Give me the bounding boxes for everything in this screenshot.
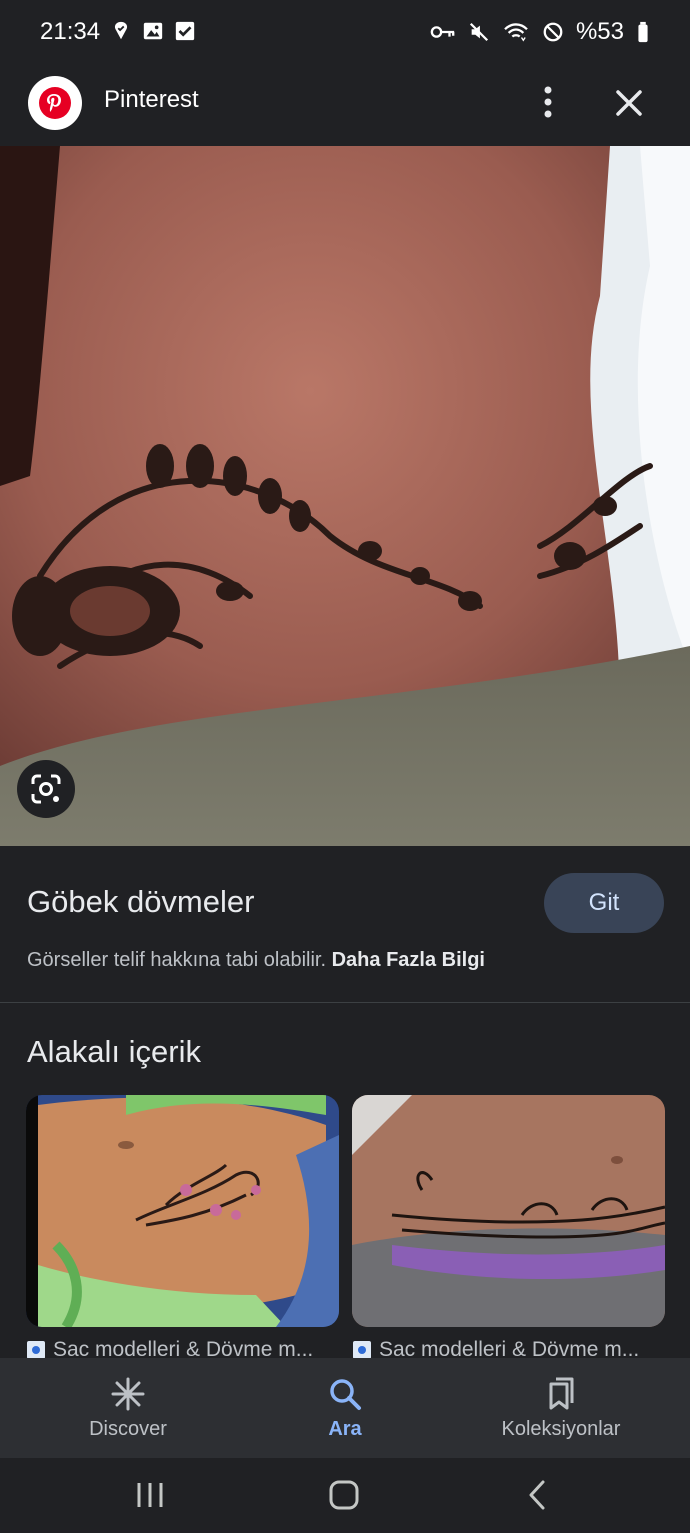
image-icon	[143, 22, 163, 40]
bookmarks-icon	[549, 1377, 574, 1409]
key-icon	[430, 26, 455, 38]
source-header: Pinterest	[0, 60, 690, 146]
mute-icon	[469, 22, 489, 42]
back-icon[interactable]	[518, 1478, 558, 1512]
nav-search-label: Ara	[328, 1417, 362, 1440]
more-vert-icon[interactable]	[530, 82, 566, 122]
battery-percent: %53	[575, 18, 624, 45]
nav-collections-label: Koleksiyonlar	[501, 1417, 621, 1440]
visit-button[interactable]: Git	[544, 873, 664, 933]
learn-more-link[interactable]: Daha Fazla Bilgi	[332, 949, 485, 971]
do-not-disturb-icon	[543, 22, 563, 42]
nav-discover[interactable]: Discover	[28, 1358, 228, 1458]
close-icon[interactable]	[608, 82, 650, 124]
status-right: %53	[430, 18, 650, 46]
copyright-text: Görseller telif hakkına tabi olabilir.	[27, 949, 327, 971]
nav-search[interactable]: Ara	[245, 1358, 445, 1458]
search-icon	[330, 1378, 361, 1410]
pinterest-logo-mark	[39, 87, 71, 119]
related-card[interactable]	[352, 1095, 665, 1327]
location-check-icon	[114, 21, 128, 40]
site-favicon-icon	[353, 1341, 371, 1359]
bottom-navigation: Discover Ara Koleksiyonlar	[0, 1358, 690, 1458]
status-left-icons	[110, 20, 196, 42]
google-lens-icon	[31, 774, 61, 804]
main-image[interactable]	[0, 146, 690, 846]
pinterest-logo-icon	[28, 76, 82, 130]
wifi-icon	[504, 23, 528, 42]
nav-collections[interactable]: Koleksiyonlar	[461, 1358, 661, 1458]
divider	[0, 1002, 690, 1003]
asterisk-icon	[111, 1377, 145, 1410]
home-icon[interactable]	[324, 1478, 364, 1512]
status-time: 21:34	[40, 18, 101, 45]
nav-discover-label: Discover	[89, 1417, 167, 1440]
related-thumbnail	[352, 1095, 665, 1327]
related-card[interactable]	[26, 1095, 339, 1327]
related-heading: Alakalı içerik	[27, 1034, 201, 1069]
site-name: Pinterest	[104, 86, 199, 113]
battery-icon	[638, 21, 648, 43]
related-thumbnail	[26, 1095, 339, 1327]
tattoo-photo	[0, 146, 690, 846]
copyright-notice: Görseller telif hakkına tabi olabilir. D…	[27, 949, 485, 972]
result-title: Göbek dövmeler	[27, 884, 255, 919]
status-bar: 21:34 %53	[0, 0, 690, 60]
recent-apps-icon[interactable]	[130, 1478, 170, 1512]
system-navigation-bar	[0, 1458, 690, 1533]
checkbox-icon	[175, 21, 195, 41]
site-favicon-icon	[27, 1341, 45, 1359]
lens-search-button[interactable]	[17, 760, 75, 818]
